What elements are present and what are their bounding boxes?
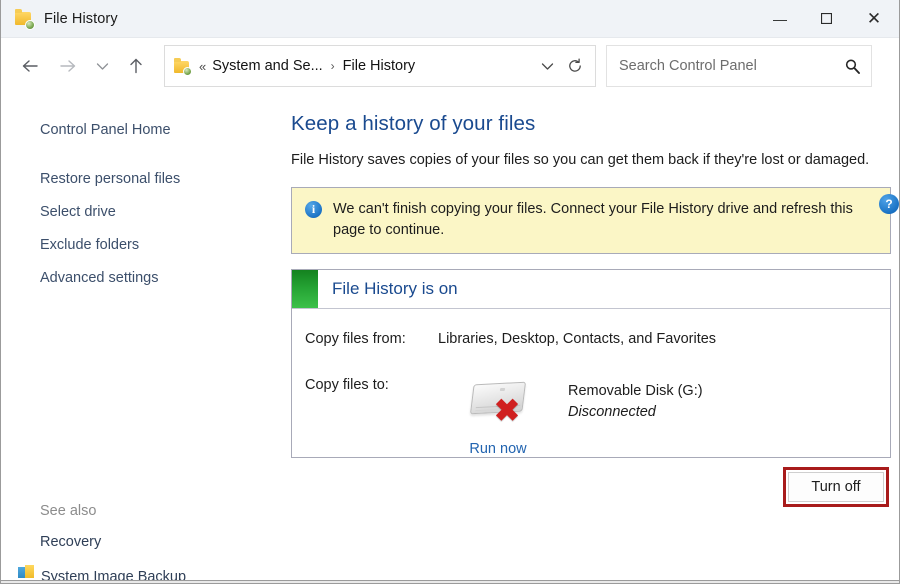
address-bar[interactable]: « System and Se... › File History xyxy=(164,45,596,87)
turn-off-highlight: Turn off xyxy=(783,467,889,507)
search-input[interactable] xyxy=(619,58,844,74)
breadcrumb-overflow[interactable]: « xyxy=(199,59,206,74)
hard-drive-error-icon: ✖ xyxy=(466,377,530,425)
drive-block: ✖ Run now Removable Disk (G:) Disconnect… xyxy=(438,377,703,457)
status-card: File History is on Copy files from: Libr… xyxy=(291,269,891,458)
breadcrumb-item-file-history[interactable]: File History xyxy=(343,58,416,74)
refresh-button[interactable] xyxy=(561,51,589,81)
close-icon: ✕ xyxy=(867,10,881,27)
file-history-window: File History — ✕ xyxy=(0,0,900,584)
status-heading: File History is on xyxy=(332,279,458,299)
sidebar-item-exclude-folders[interactable]: Exclude folders xyxy=(40,229,291,262)
forward-arrow-icon xyxy=(59,58,77,74)
sidebar: Control Panel Home Restore personal file… xyxy=(1,94,291,583)
sidebar-item-recovery[interactable]: Recovery xyxy=(40,526,291,558)
drive-name: Removable Disk (G:) xyxy=(568,381,703,402)
close-button[interactable]: ✕ xyxy=(849,0,899,38)
sidebar-item-control-panel-home[interactable]: Control Panel Home xyxy=(40,114,291,147)
window-controls: — ✕ xyxy=(757,0,899,38)
run-now-link[interactable]: Run now xyxy=(469,441,526,457)
main-content: ? Keep a history of your files File Hist… xyxy=(291,94,899,583)
address-folder-icon xyxy=(173,57,191,75)
help-icon[interactable]: ? xyxy=(879,194,899,214)
copy-files-to-label: Copy files to: xyxy=(305,377,438,457)
search-icon[interactable] xyxy=(844,58,861,75)
page-title: Keep a history of your files xyxy=(291,112,899,136)
page-description: File History saves copies of your files … xyxy=(291,150,873,171)
window-bottom-edge xyxy=(1,580,899,583)
recent-locations-button[interactable] xyxy=(87,47,117,85)
up-arrow-icon xyxy=(128,57,144,75)
address-dropdown-button[interactable] xyxy=(533,51,561,81)
copy-files-from-label: Copy files from: xyxy=(305,331,438,347)
window-body: Control Panel Home Restore personal file… xyxy=(1,94,899,583)
chevron-down-icon xyxy=(96,62,109,71)
breadcrumb-item-system-and-security[interactable]: System and Se... xyxy=(212,58,322,74)
folder-history-icon xyxy=(14,9,34,29)
action-row: Turn off xyxy=(291,467,891,507)
back-button[interactable] xyxy=(11,47,49,85)
forward-button[interactable] xyxy=(49,47,87,85)
sidebar-item-restore-personal-files[interactable]: Restore personal files xyxy=(40,163,291,196)
minimize-icon: — xyxy=(773,12,787,26)
breadcrumb-separator-icon: › xyxy=(331,59,335,73)
copy-files-to-row: Copy files to: ✖ Run now xyxy=(292,377,890,457)
drive-column: ✖ Run now xyxy=(438,377,558,457)
navigation-bar: « System and Se... › File History xyxy=(1,38,899,94)
sidebar-item-select-drive[interactable]: Select drive xyxy=(40,196,291,229)
drive-state: Disconnected xyxy=(568,402,703,423)
title-bar: File History — ✕ xyxy=(1,0,899,38)
drive-info: Removable Disk (G:) Disconnected xyxy=(568,377,703,457)
up-button[interactable] xyxy=(117,47,155,85)
maximize-icon xyxy=(821,13,832,24)
turn-off-button[interactable]: Turn off xyxy=(788,472,884,502)
minimize-button[interactable]: — xyxy=(757,0,803,38)
status-indicator xyxy=(292,270,318,308)
search-box[interactable] xyxy=(606,45,872,87)
sidebar-spacer xyxy=(40,295,291,496)
sidebar-item-advanced-settings[interactable]: Advanced settings xyxy=(40,262,291,295)
nav-button-group xyxy=(11,47,155,85)
status-card-body: Copy files from: Libraries, Desktop, Con… xyxy=(292,309,890,457)
warning-banner: i We can't finish copying your files. Co… xyxy=(291,187,891,254)
copy-files-from-value: Libraries, Desktop, Contacts, and Favori… xyxy=(438,331,716,347)
maximize-button[interactable] xyxy=(803,0,849,38)
copy-files-from-row: Copy files from: Libraries, Desktop, Con… xyxy=(292,331,890,347)
status-card-header: File History is on xyxy=(292,270,890,309)
backup-icon xyxy=(18,565,34,579)
see-also-label: See also xyxy=(40,496,291,526)
back-arrow-icon xyxy=(21,58,39,74)
warning-text: We can't finish copying your files. Conn… xyxy=(333,199,876,241)
info-icon: i xyxy=(305,201,322,218)
window-title: File History xyxy=(44,11,118,27)
